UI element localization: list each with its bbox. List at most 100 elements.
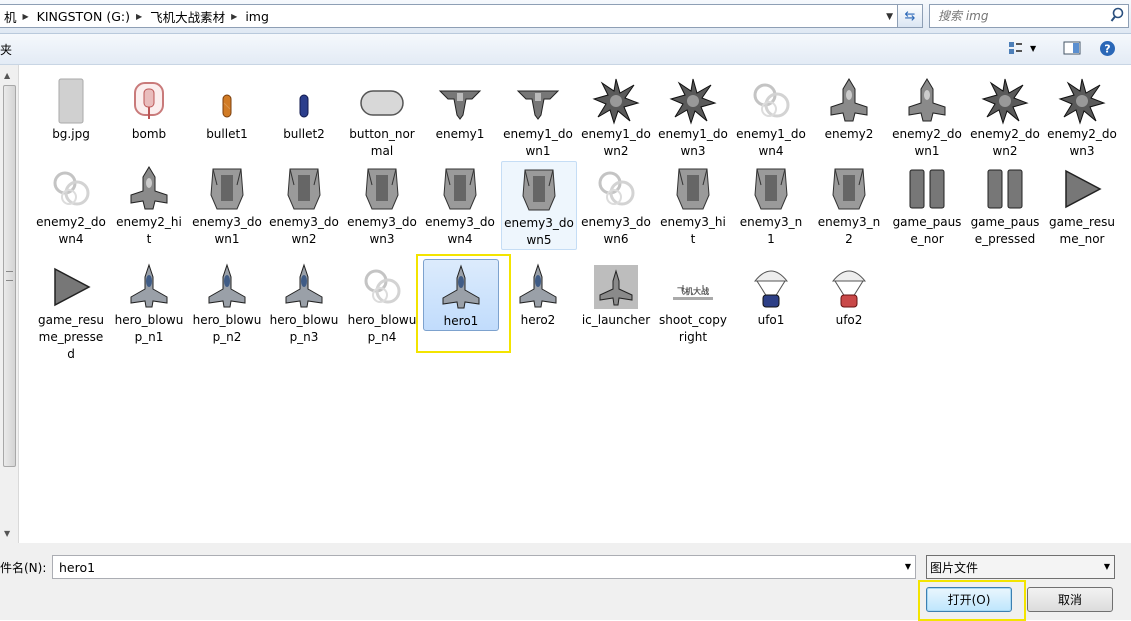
help-button[interactable]: ? bbox=[1099, 40, 1116, 57]
cancel-button[interactable]: 取消 bbox=[1027, 587, 1113, 612]
play-icon bbox=[1058, 165, 1106, 213]
breadcrumb-label: img bbox=[245, 8, 269, 24]
filename-label: 文件名(N): bbox=[0, 561, 47, 575]
file-name: enemy2 bbox=[824, 127, 874, 141]
hero-icon bbox=[203, 263, 251, 311]
file-item[interactable]: ufo2 bbox=[812, 259, 886, 329]
scrollbar-thumb[interactable] bbox=[3, 85, 16, 467]
view-grid-icon bbox=[1009, 42, 1022, 54]
file-item[interactable]: enemy2_down4 bbox=[34, 161, 108, 248]
new-folder-button[interactable]: 夹 bbox=[0, 41, 12, 58]
file-item[interactable]: button_normal bbox=[345, 73, 419, 160]
file-name: shoot_copyright bbox=[659, 313, 727, 344]
scroll-up-icon[interactable]: ▲ bbox=[4, 71, 10, 80]
enemy1-icon bbox=[436, 77, 484, 125]
file-item[interactable]: enemy1_down1 bbox=[501, 73, 575, 160]
file-name: enemy2_down1 bbox=[892, 127, 962, 158]
file-type-select[interactable]: 图片文件 ▼ bbox=[926, 555, 1115, 579]
file-name: ic_launcher bbox=[581, 313, 651, 327]
file-name: enemy3_down4 bbox=[425, 215, 495, 246]
file-item[interactable]: 飞机大战 shoot_copyright bbox=[656, 259, 730, 346]
chevron-right-icon[interactable]: ▶ bbox=[23, 12, 29, 21]
history-dropdown-icon[interactable]: ▼ bbox=[886, 12, 893, 22]
file-item[interactable]: hero_blowup_n4 bbox=[345, 259, 419, 346]
file-item[interactable]: bullet1 bbox=[190, 73, 264, 143]
pause-icon bbox=[981, 165, 1029, 213]
selection-highlight-box bbox=[416, 254, 511, 353]
file-item[interactable]: bullet2 bbox=[267, 73, 341, 143]
file-item[interactable]: hero_blowup_n1 bbox=[112, 259, 186, 346]
file-item[interactable]: bomb bbox=[112, 73, 186, 143]
enemy3-icon bbox=[515, 166, 563, 214]
breadcrumb-label: KINGSTON (G:) bbox=[36, 8, 130, 24]
view-options-button[interactable]: ▼ bbox=[1008, 40, 1036, 56]
file-item[interactable]: hero2 bbox=[501, 259, 575, 329]
file-name: hero_blowup_n3 bbox=[269, 313, 339, 344]
file-item[interactable]: enemy3_down5 bbox=[501, 161, 577, 250]
file-item[interactable]: enemy3_down2 bbox=[267, 161, 341, 248]
file-item[interactable]: ic_launcher bbox=[579, 259, 653, 329]
file-item[interactable]: enemy3_down6 bbox=[579, 161, 653, 248]
file-item[interactable]: enemy1_down4 bbox=[734, 73, 808, 160]
explode-icon bbox=[1058, 77, 1106, 125]
file-name: game_pause_nor bbox=[892, 215, 962, 246]
file-item[interactable]: enemy1_down2 bbox=[579, 73, 653, 160]
ufo-red-icon bbox=[825, 263, 873, 311]
file-item[interactable]: enemy3_down4 bbox=[423, 161, 497, 248]
file-name: enemy2_down3 bbox=[1047, 127, 1117, 158]
filename-input[interactable] bbox=[57, 558, 881, 576]
file-item[interactable]: bg.jpg bbox=[34, 73, 108, 143]
open-button[interactable]: 打开(O) bbox=[926, 587, 1012, 612]
file-name: hero_blowup_n1 bbox=[114, 313, 184, 344]
search-icon[interactable] bbox=[1110, 7, 1124, 23]
file-name: game_resume_pressed bbox=[38, 313, 104, 361]
enemy3-icon bbox=[203, 165, 251, 213]
enemy1-icon bbox=[514, 77, 562, 125]
file-item[interactable]: ufo1 bbox=[734, 259, 808, 329]
breadcrumb-item-folder[interactable]: 飞机大战素材 ▶ bbox=[150, 7, 245, 26]
breadcrumb-item-computer[interactable]: 机 ▶ bbox=[0, 7, 37, 26]
file-name: bullet1 bbox=[206, 127, 248, 141]
file-item[interactable]: game_pause_nor bbox=[890, 161, 964, 248]
file-item[interactable]: hero_blowup_n3 bbox=[267, 259, 341, 346]
scroll-down-icon[interactable]: ▼ bbox=[4, 529, 10, 538]
file-item[interactable]: game_resume_nor bbox=[1045, 161, 1119, 248]
breadcrumb[interactable]: 机 ▶ KINGSTON (G:) ▶ 飞机大战素材 ▶ img ▼ bbox=[0, 4, 898, 28]
vertical-scrollbar[interactable]: ▲ ▼ bbox=[0, 65, 19, 543]
file-name: hero_blowup_n4 bbox=[347, 313, 417, 344]
search-box[interactable] bbox=[929, 4, 1129, 28]
enemy3-icon bbox=[358, 165, 406, 213]
file-item[interactable]: enemy2_down2 bbox=[968, 73, 1042, 160]
file-list-view[interactable]: ▲ ▼ bg.jpg bomb bullet1 bullet2 button_norma… bbox=[0, 65, 1131, 543]
file-item[interactable]: enemy3_down3 bbox=[345, 161, 419, 248]
file-item[interactable]: enemy2_hit bbox=[112, 161, 186, 248]
enemy3-icon bbox=[747, 165, 795, 213]
chevron-right-icon[interactable]: ▶ bbox=[231, 12, 237, 21]
breadcrumb-item-drive[interactable]: KINGSTON (G:) ▶ bbox=[37, 9, 150, 24]
file-item[interactable]: hero_blowup_n2 bbox=[190, 259, 264, 346]
refresh-button[interactable]: ⇆ bbox=[897, 4, 923, 28]
bomb-icon bbox=[125, 77, 173, 125]
preview-pane-button[interactable] bbox=[1063, 40, 1081, 56]
toolbar: 夹 ▼ ? bbox=[0, 34, 1131, 65]
breadcrumb-item-img[interactable]: img bbox=[245, 9, 269, 24]
search-input[interactable] bbox=[936, 5, 1110, 27]
file-item[interactable]: game_pause_pressed bbox=[968, 161, 1042, 248]
chevron-down-icon[interactable]: ▼ bbox=[905, 562, 911, 571]
file-item[interactable]: game_resume_pressed bbox=[34, 259, 108, 363]
file-item[interactable]: enemy2_down1 bbox=[890, 73, 964, 160]
file-item[interactable]: enemy3_n2 bbox=[812, 161, 886, 248]
file-item[interactable]: enemy2_down3 bbox=[1045, 73, 1119, 160]
chevron-right-icon[interactable]: ▶ bbox=[136, 12, 142, 21]
file-item[interactable]: enemy2 bbox=[812, 73, 886, 143]
smoke-icon bbox=[358, 263, 406, 311]
file-item[interactable]: enemy3_hit bbox=[656, 161, 730, 248]
file-item[interactable]: enemy1 bbox=[423, 73, 497, 143]
filename-field[interactable]: ▼ bbox=[52, 555, 916, 579]
file-item[interactable]: enemy3_n1 bbox=[734, 161, 808, 248]
file-item[interactable]: enemy1_down3 bbox=[656, 73, 730, 160]
enemy2-icon bbox=[825, 77, 873, 125]
file-name: enemy3_hit bbox=[660, 215, 726, 246]
file-item[interactable]: enemy3_down1 bbox=[190, 161, 264, 248]
file-name: enemy2_down4 bbox=[36, 215, 106, 246]
